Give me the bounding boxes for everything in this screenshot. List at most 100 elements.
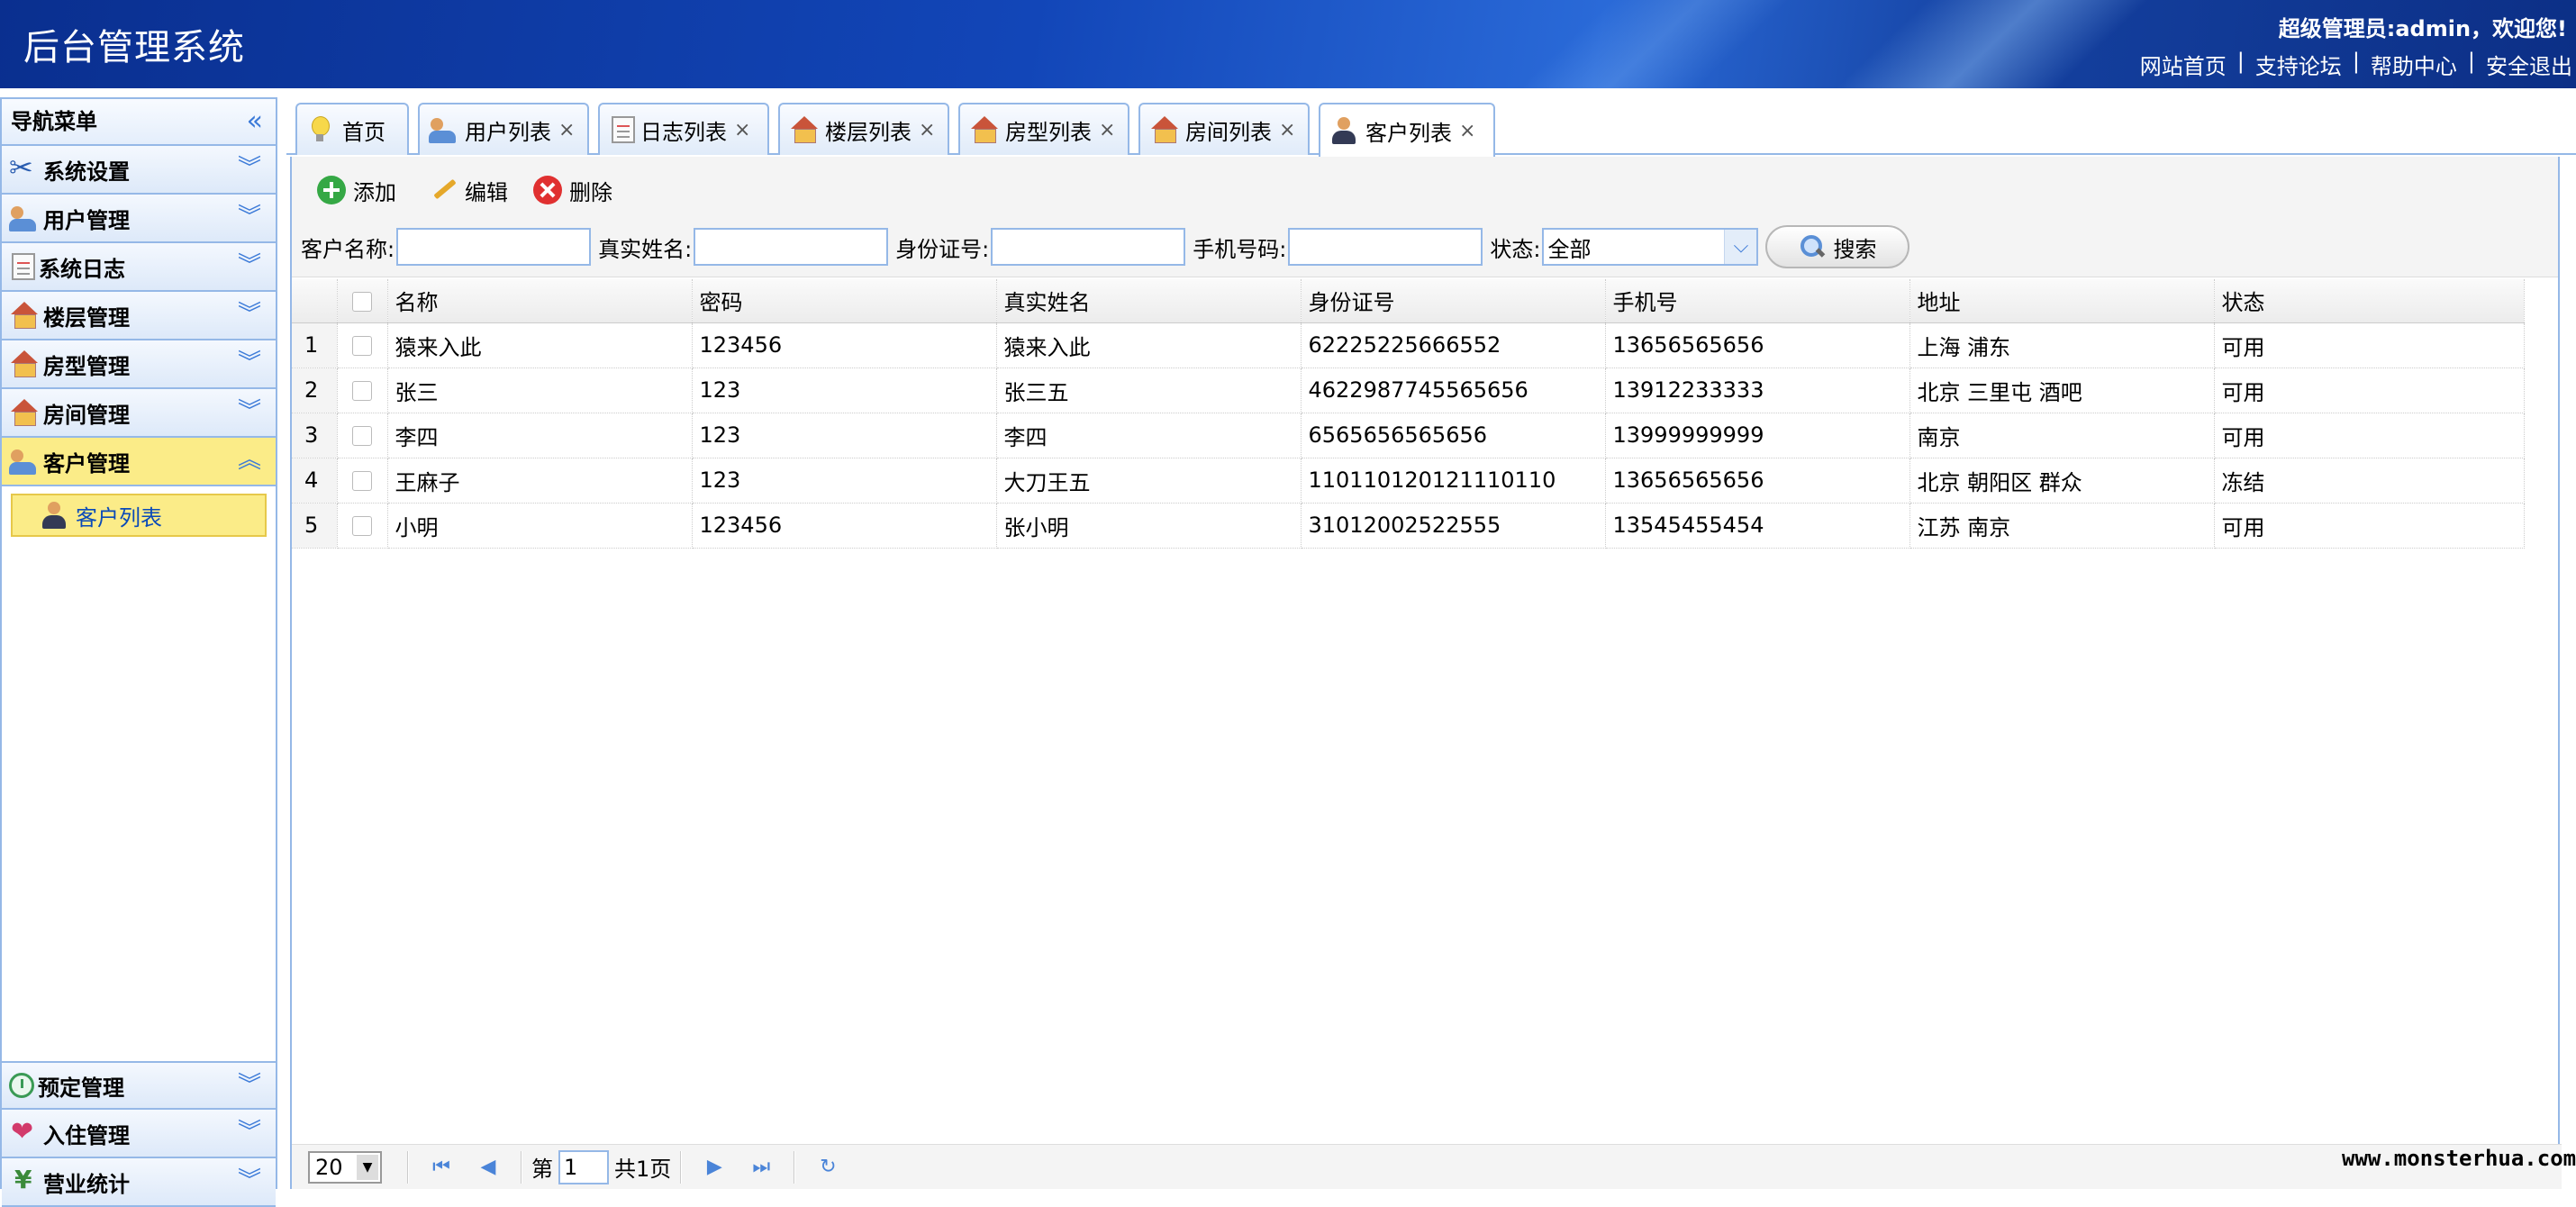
tab-room-type-list[interactable]: 房型列表 ×	[958, 103, 1129, 155]
tab-label: 房间列表	[1185, 119, 1272, 145]
chevron-down-icon[interactable]: ︾	[238, 1072, 261, 1099]
sidebar-panel-room-management[interactable]: 房间管理 ︾	[2, 389, 276, 438]
close-icon[interactable]: ×	[1099, 119, 1115, 141]
panel-label: 系统日志	[39, 256, 125, 282]
delete-button[interactable]: 删除	[533, 173, 612, 207]
tab-home[interactable]: 首页	[295, 103, 409, 155]
tab-floor-list[interactable]: 楼层列表 ×	[778, 103, 949, 155]
cell-address: 江苏 南京	[1909, 503, 2215, 549]
close-icon[interactable]: ×	[1459, 120, 1475, 142]
chevron-down-icon[interactable]: ︾	[238, 349, 261, 377]
phone-label: 手机号码:	[1193, 236, 1287, 262]
search-button[interactable]: 搜索	[1765, 225, 1910, 268]
sidebar-panel-system-settings[interactable]: 系统设置 ︾	[2, 146, 276, 195]
row-checkbox[interactable]	[352, 336, 372, 356]
chevron-down-icon[interactable]: ︾	[238, 301, 261, 328]
panel-label: 客户管理	[43, 450, 130, 476]
chevron-down-icon[interactable]: ︾	[238, 204, 261, 231]
pagination-bar: 20 ▼ ⏮ ◀ 第 共1页 ▶ ⏭ ↻	[292, 1144, 2562, 1189]
link-help-center[interactable]: 帮助中心	[2371, 49, 2457, 80]
tab-label: 日志列表	[640, 119, 727, 145]
real-name-input[interactable]	[694, 228, 889, 266]
customer-name-label: 客户名称:	[301, 236, 395, 262]
column-header-name[interactable]: 名称	[387, 279, 693, 323]
column-header-password[interactable]: 密码	[692, 279, 997, 323]
id-card-input[interactable]	[991, 228, 1186, 266]
column-header-status[interactable]: 状态	[2214, 279, 2525, 323]
page-number-input[interactable]	[558, 1149, 609, 1184]
sidebar-panel-customer-management[interactable]: 客户管理 ︽	[2, 438, 276, 486]
tab-label: 首页	[342, 119, 385, 145]
edit-button[interactable]: 编辑	[429, 173, 508, 207]
sidebar-panel-business-stats[interactable]: 营业统计 ︾	[2, 1158, 276, 1207]
link-logout[interactable]: 安全退出	[2486, 49, 2572, 80]
first-page-icon[interactable]: ⏮	[423, 1151, 459, 1184]
sidebar-panel-user-management[interactable]: 用户管理 ︾	[2, 195, 276, 243]
chevron-down-icon[interactable]: ︾	[238, 398, 261, 425]
users-icon	[9, 446, 40, 476]
panel-label: 房型管理	[43, 353, 130, 379]
collapse-left-icon[interactable]: «	[247, 99, 263, 144]
link-site-home[interactable]: 网站首页	[2140, 49, 2227, 80]
table-row[interactable]: 3 李四 123 李四 6565656565656 13999999999 南京…	[292, 413, 2525, 458]
tab-log-list[interactable]: 日志列表 ×	[598, 103, 769, 155]
column-header-real-name[interactable]: 真实姓名	[996, 279, 1302, 323]
chevron-down-icon[interactable]: ︾	[238, 1119, 261, 1146]
status-select[interactable]: 全部 ⌵	[1542, 228, 1759, 266]
table-row[interactable]: 5 小明 123456 张小明 31012002522555 135454554…	[292, 503, 2525, 549]
column-header-phone[interactable]: 手机号	[1605, 279, 1910, 323]
close-icon[interactable]: ×	[1279, 119, 1295, 141]
row-checkbox[interactable]	[352, 381, 372, 401]
select-all-checkbox-cell	[337, 279, 388, 323]
last-page-icon[interactable]: ⏭	[743, 1151, 779, 1184]
chevron-down-icon[interactable]: ︾	[238, 155, 261, 182]
close-icon[interactable]: ×	[919, 119, 935, 141]
cell-name: 猿来入此	[387, 322, 693, 368]
sidebar-panel-system-log[interactable]: 系统日志 ︾	[2, 243, 276, 292]
sidebar-panel-check-in[interactable]: 入住管理 ︾	[2, 1110, 276, 1158]
chevron-down-icon[interactable]: ⌵	[1724, 230, 1757, 264]
select-all-checkbox[interactable]	[352, 291, 372, 312]
sidebar-panel-room-type-management[interactable]: 房型管理 ︾	[2, 340, 276, 389]
column-header-id-card[interactable]: 身份证号	[1301, 279, 1606, 323]
row-number: 2	[292, 368, 338, 413]
tab-room-list[interactable]: 房间列表 ×	[1138, 103, 1310, 155]
tab-user-list[interactable]: 用户列表 ×	[418, 103, 589, 155]
table-row[interactable]: 1 猿来入此 123456 猿来入此 62225225666552 136565…	[292, 322, 2525, 368]
house-icon	[1149, 114, 1180, 145]
row-checkbox-cell	[337, 503, 388, 549]
chevron-up-icon[interactable]: ︽	[238, 447, 261, 474]
cell-id-card: 6565656565656	[1301, 413, 1606, 458]
link-support-forum[interactable]: 支持论坛	[2255, 49, 2342, 80]
customer-name-input[interactable]	[396, 228, 592, 266]
chevron-down-icon[interactable]: ▼	[357, 1154, 378, 1180]
column-header-address[interactable]: 地址	[1909, 279, 2215, 323]
close-icon[interactable]: ×	[558, 119, 575, 141]
table-row[interactable]: 4 王麻子 123 大刀王五 110110120121110110 136565…	[292, 458, 2525, 504]
tab-label: 楼层列表	[825, 119, 912, 145]
sidebar-item-label: 客户列表	[76, 504, 162, 531]
sidebar-item-customer-list[interactable]: 客户列表	[11, 494, 267, 537]
table-row[interactable]: 2 张三 123 张三五 4622987745565656 1391223333…	[292, 368, 2525, 413]
cell-status: 可用	[2214, 322, 2525, 368]
close-icon[interactable]: ×	[734, 119, 750, 141]
refresh-icon[interactable]: ↻	[810, 1151, 846, 1184]
cell-address: 上海 浦东	[1909, 322, 2215, 368]
phone-input[interactable]	[1288, 228, 1483, 266]
add-button[interactable]: 添加	[317, 173, 396, 207]
next-page-icon[interactable]: ▶	[696, 1151, 732, 1184]
chevron-down-icon[interactable]: ︾	[238, 252, 261, 279]
sidebar-panel-reservation[interactable]: 预定管理 ︾	[2, 1061, 276, 1110]
cell-phone: 13999999999	[1605, 413, 1910, 458]
search-button-label: 搜索	[1833, 236, 1877, 262]
page-size-select[interactable]: 20 ▼	[308, 1150, 382, 1184]
sidebar: 导航菜单 « 系统设置 ︾ 用户管理 ︾ 系统日志 ︾ 楼层管理 ︾ 房型管理 …	[0, 97, 277, 1207]
sidebar-panel-floor-management[interactable]: 楼层管理 ︾	[2, 292, 276, 340]
tab-customer-list[interactable]: 客户列表 ×	[1319, 103, 1495, 157]
row-checkbox[interactable]	[352, 471, 372, 491]
row-checkbox[interactable]	[352, 426, 372, 446]
chevron-down-icon[interactable]: ︾	[238, 1167, 261, 1194]
prev-page-icon[interactable]: ◀	[470, 1151, 506, 1184]
row-checkbox[interactable]	[352, 516, 372, 536]
document-icon	[12, 253, 35, 280]
